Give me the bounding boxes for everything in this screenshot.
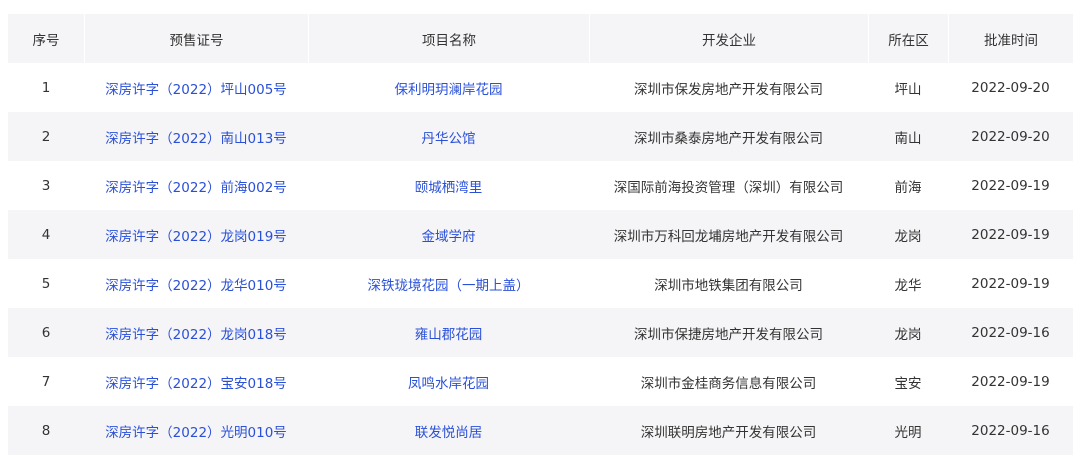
cell-project-name: 深铁珑境花园（一期上盖） (308, 259, 589, 308)
cell-project-name-link[interactable]: 保利明玥澜岸花园 (395, 82, 503, 98)
cell-serial-number: 7 (41, 373, 51, 390)
cell-project-name-link[interactable]: 雍山郡花园 (415, 327, 483, 343)
cell-approval-date: 2022-09-19 (971, 177, 1050, 194)
cell-developer: 深圳市万科回龙埔房地产开发有限公司 (589, 210, 868, 259)
table-row: 1 深房许字（2022）坪山005号 保利明玥澜岸花园 深圳市保发房地产开发有限公司 坪… (8, 63, 1073, 112)
cell-project-name-link[interactable]: 丹华公馆 (422, 131, 476, 147)
header-project-name: 项目名称 (308, 14, 589, 63)
cell-serial-number: 8 (8, 406, 84, 455)
table-row: 4 深房许字（2022）龙岗019号 金域学府 深圳市万科回龙埔房地产开发有限公司 龙岗… (8, 210, 1073, 259)
cell-presale-license-link[interactable]: 深房许字（2022）前海002号 (105, 180, 287, 196)
cell-presale-license-link[interactable]: 深房许字（2022）南山013号 (105, 131, 287, 147)
header-developer: 开发企业 (589, 14, 868, 63)
table-row: 2 深房许字（2022）南山013号 丹华公馆 深圳市桑泰房地产开发有限公司 南山 202… (8, 112, 1073, 161)
cell-presale-license: 深房许字（2022）前海002号 (84, 161, 308, 210)
cell-project-name-link[interactable]: 深铁珑境花园（一期上盖） (368, 278, 530, 294)
cell-project-name-link[interactable]: 颐城栖湾里 (415, 180, 483, 196)
cell-presale-license: 深房许字（2022）龙华010号 (84, 259, 308, 308)
cell-presale-license-link[interactable]: 深房许字（2022）龙岗018号 (105, 327, 287, 343)
cell-serial-number: 3 (41, 177, 51, 194)
cell-approval-date: 2022-09-19 (971, 373, 1050, 390)
header-district: 所在区 (868, 14, 948, 63)
table-row: 6 深房许字（2022）龙岗018号 雍山郡花园 深圳市保捷房地产开发有限公司 龙岗 20… (8, 308, 1073, 357)
header-presale-license: 预售证号 (84, 14, 308, 63)
cell-project-name: 凤鸣水岸花园 (308, 357, 589, 406)
cell-developer: 深圳市桑泰房地产开发有限公司 (589, 112, 868, 161)
table-row: 5 深房许字（2022）龙华010号 深铁珑境花园（一期上盖） 深圳市地铁集团有限公司… (8, 259, 1073, 308)
cell-approval-date: 2022-09-20 (948, 112, 1073, 161)
cell-presale-license: 深房许字（2022）宝安018号 (84, 357, 308, 406)
presale-license-table-container: 序号 预售证号 项目名称 开发企业 所在区 批准时间 1 深房许字（2022）坪山… (8, 14, 1073, 455)
cell-approval-date: 2022-09-20 (971, 79, 1050, 96)
cell-district: 龙华 (894, 277, 922, 294)
cell-project-name-link[interactable]: 金域学府 (422, 229, 476, 245)
cell-serial-number: 4 (8, 210, 84, 259)
cell-project-name: 保利明玥澜岸花园 (308, 63, 589, 112)
cell-serial-number: 5 (41, 275, 51, 292)
cell-presale-license: 深房许字（2022）龙岗019号 (84, 210, 308, 259)
cell-developer: 深国际前海投资管理（深圳）有限公司 (613, 179, 844, 196)
cell-district: 南山 (868, 112, 948, 161)
table-row: 7 深房许字（2022）宝安018号 凤鸣水岸花园 深圳市金桂商务信息有限公司 宝安 20… (8, 357, 1073, 406)
cell-district: 光明 (868, 406, 948, 455)
table-row: 3 深房许字（2022）前海002号 颐城栖湾里 深国际前海投资管理（深圳）有限公司 前… (8, 161, 1073, 210)
cell-district: 龙岗 (868, 210, 948, 259)
cell-developer: 深圳市金桂商务信息有限公司 (640, 375, 817, 392)
cell-presale-license: 深房许字（2022）光明010号 (84, 406, 308, 455)
cell-approval-date: 2022-09-16 (948, 308, 1073, 357)
cell-project-name-link[interactable]: 凤鸣水岸花园 (408, 376, 489, 392)
cell-district: 宝安 (894, 375, 922, 392)
cell-presale-license: 深房许字（2022）龙岗018号 (84, 308, 308, 357)
cell-serial-number: 2 (8, 112, 84, 161)
cell-approval-date: 2022-09-19 (948, 210, 1073, 259)
cell-presale-license-link[interactable]: 深房许字（2022）龙岗019号 (105, 229, 287, 245)
cell-project-name: 金域学府 (308, 210, 589, 259)
cell-serial-number: 6 (8, 308, 84, 357)
cell-project-name: 联发悦尚居 (308, 406, 589, 455)
table-header: 序号 预售证号 项目名称 开发企业 所在区 批准时间 (8, 14, 1073, 63)
cell-presale-license-link[interactable]: 深房许字（2022）宝安018号 (105, 376, 287, 392)
presale-license-table: 序号 预售证号 项目名称 开发企业 所在区 批准时间 1 深房许字（2022）坪山… (8, 14, 1073, 455)
cell-developer: 深圳市保发房地产开发有限公司 (634, 81, 823, 98)
cell-presale-license: 深房许字（2022）坪山005号 (84, 63, 308, 112)
cell-presale-license: 深房许字（2022）南山013号 (84, 112, 308, 161)
table-body: 1 深房许字（2022）坪山005号 保利明玥澜岸花园 深圳市保发房地产开发有限公司 坪… (8, 63, 1073, 455)
cell-developer: 深圳市地铁集团有限公司 (654, 277, 803, 294)
cell-developer: 深圳联明房地产开发有限公司 (589, 406, 868, 455)
cell-developer: 深圳市保捷房地产开发有限公司 (589, 308, 868, 357)
header-row: 序号 预售证号 项目名称 开发企业 所在区 批准时间 (8, 14, 1073, 63)
table-row: 8 深房许字（2022）光明010号 联发悦尚居 深圳联明房地产开发有限公司 光明 202… (8, 406, 1073, 455)
cell-serial-number: 1 (41, 79, 51, 96)
cell-project-name-link[interactable]: 联发悦尚居 (415, 425, 483, 441)
header-approval-date: 批准时间 (948, 14, 1073, 63)
cell-presale-license-link[interactable]: 深房许字（2022）光明010号 (105, 425, 287, 441)
cell-district: 龙岗 (868, 308, 948, 357)
cell-district: 坪山 (894, 81, 922, 98)
cell-project-name: 丹华公馆 (308, 112, 589, 161)
cell-approval-date: 2022-09-16 (948, 406, 1073, 455)
cell-project-name: 雍山郡花园 (308, 308, 589, 357)
cell-approval-date: 2022-09-19 (971, 275, 1050, 292)
cell-district: 前海 (894, 179, 922, 196)
header-serial-number: 序号 (8, 14, 84, 63)
cell-presale-license-link[interactable]: 深房许字（2022）龙华010号 (105, 278, 287, 294)
cell-presale-license-link[interactable]: 深房许字（2022）坪山005号 (105, 82, 287, 98)
cell-project-name: 颐城栖湾里 (308, 161, 589, 210)
